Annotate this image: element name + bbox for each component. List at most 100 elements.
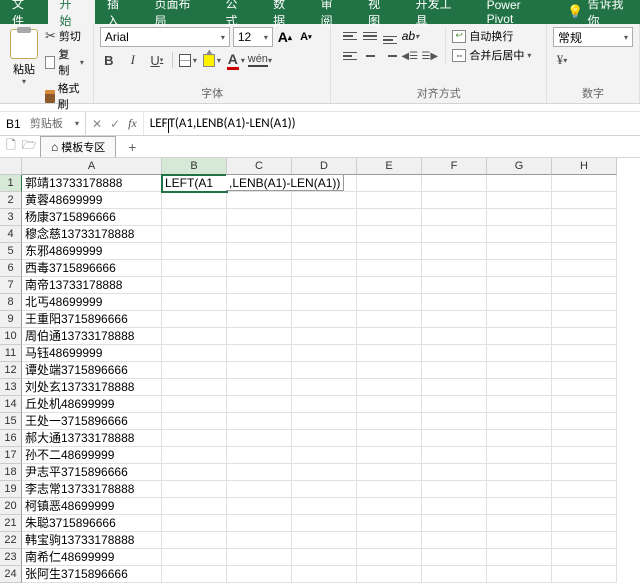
cell[interactable] xyxy=(162,379,227,396)
cell[interactable] xyxy=(357,566,422,583)
cell[interactable] xyxy=(552,498,617,515)
cell[interactable] xyxy=(422,294,487,311)
font-size-select[interactable]: 12▾ xyxy=(233,27,273,47)
cell[interactable] xyxy=(292,243,357,260)
increase-font-button[interactable]: A▴ xyxy=(276,28,294,46)
phonetic-button[interactable]: wén▾ xyxy=(251,51,269,69)
tab-view[interactable]: 视图 xyxy=(356,0,404,24)
cell[interactable] xyxy=(162,464,227,481)
cell[interactable] xyxy=(357,311,422,328)
cell[interactable] xyxy=(292,549,357,566)
cell[interactable] xyxy=(292,328,357,345)
cell[interactable] xyxy=(487,311,552,328)
col-header-E[interactable]: E xyxy=(357,158,422,175)
cell[interactable] xyxy=(227,481,292,498)
cell[interactable] xyxy=(162,498,227,515)
cell[interactable] xyxy=(552,413,617,430)
cell[interactable] xyxy=(292,447,357,464)
cell[interactable] xyxy=(487,328,552,345)
cell[interactable] xyxy=(422,345,487,362)
cell[interactable]: 朱聪3715896666 xyxy=(22,515,162,532)
cell[interactable] xyxy=(227,294,292,311)
border-button[interactable]: ▾ xyxy=(179,51,197,69)
increase-indent-button[interactable]: ☰▶ xyxy=(421,48,439,64)
tab-formulas[interactable]: 公式 xyxy=(214,0,262,24)
cell[interactable] xyxy=(292,311,357,328)
col-header-H[interactable]: H xyxy=(552,158,617,175)
wrap-text-button[interactable]: 自动换行 xyxy=(452,28,531,44)
row-header[interactable]: 18 xyxy=(0,464,22,481)
cell[interactable] xyxy=(357,549,422,566)
cell[interactable] xyxy=(422,481,487,498)
cell[interactable] xyxy=(227,260,292,277)
cell[interactable] xyxy=(357,464,422,481)
formula-input[interactable]: LEFT(A1,LENB(A1)-LEN(A1)) xyxy=(144,112,640,135)
fx-icon[interactable]: fx xyxy=(128,116,137,131)
number-format-select[interactable]: 常规▾ xyxy=(553,27,633,47)
cell[interactable] xyxy=(162,549,227,566)
cell[interactable]: 南希仁48699999 xyxy=(22,549,162,566)
cell[interactable]: 王重阳3715896666 xyxy=(22,311,162,328)
cell[interactable] xyxy=(422,549,487,566)
cell[interactable] xyxy=(357,328,422,345)
cell[interactable] xyxy=(422,464,487,481)
cell[interactable] xyxy=(552,345,617,362)
cell[interactable] xyxy=(162,481,227,498)
col-header-G[interactable]: G xyxy=(487,158,552,175)
cell[interactable] xyxy=(227,413,292,430)
cell[interactable] xyxy=(292,532,357,549)
row-header[interactable]: 19 xyxy=(0,481,22,498)
cell[interactable] xyxy=(292,430,357,447)
cell[interactable] xyxy=(552,464,617,481)
col-header-A[interactable]: A xyxy=(22,158,162,175)
cell[interactable] xyxy=(422,515,487,532)
cell[interactable]: 穆念慈13733178888 xyxy=(22,226,162,243)
cell[interactable] xyxy=(552,294,617,311)
tab-insert[interactable]: 插入 xyxy=(95,0,143,24)
cell[interactable] xyxy=(227,209,292,226)
row-header[interactable]: 9 xyxy=(0,311,22,328)
cell[interactable]: 张阿生3715896666 xyxy=(22,566,162,583)
row-header[interactable]: 16 xyxy=(0,430,22,447)
cell[interactable] xyxy=(422,532,487,549)
cell[interactable] xyxy=(487,413,552,430)
cell[interactable] xyxy=(487,566,552,583)
cell[interactable] xyxy=(162,515,227,532)
cell[interactable] xyxy=(292,226,357,243)
cell[interactable] xyxy=(227,549,292,566)
cell[interactable] xyxy=(552,430,617,447)
cancel-formula-button[interactable]: ✕ xyxy=(92,117,102,131)
cell[interactable] xyxy=(162,277,227,294)
paste-button[interactable]: 粘贴 ▾ xyxy=(6,27,42,88)
cell[interactable] xyxy=(227,243,292,260)
row-header[interactable]: 8 xyxy=(0,294,22,311)
font-name-select[interactable]: Arial▾ xyxy=(100,27,230,47)
tab-developer[interactable]: 开发工具 xyxy=(404,0,475,24)
cell[interactable]: 李志常13733178888 xyxy=(22,481,162,498)
cell[interactable] xyxy=(552,226,617,243)
cell[interactable] xyxy=(227,464,292,481)
cell[interactable]: 韩宝驹13733178888 xyxy=(22,532,162,549)
cell[interactable] xyxy=(162,328,227,345)
cell[interactable] xyxy=(357,175,422,192)
cell[interactable] xyxy=(422,566,487,583)
cell[interactable]: LEFT(A1,LENB(A1)-LEN(A1)) xyxy=(162,175,227,192)
cell[interactable] xyxy=(552,379,617,396)
cell[interactable] xyxy=(357,515,422,532)
cell[interactable]: 柯镇恶48699999 xyxy=(22,498,162,515)
row-header[interactable]: 13 xyxy=(0,379,22,396)
align-right-button[interactable] xyxy=(381,48,399,64)
row-header[interactable]: 1 xyxy=(0,175,22,192)
row-header[interactable]: 17 xyxy=(0,447,22,464)
cell[interactable] xyxy=(422,192,487,209)
row-header[interactable]: 14 xyxy=(0,396,22,413)
enter-formula-button[interactable]: ✓ xyxy=(110,117,120,131)
decrease-font-button[interactable]: A▾ xyxy=(297,28,315,46)
decrease-indent-button[interactable]: ◀☰ xyxy=(401,48,419,64)
cell[interactable] xyxy=(487,430,552,447)
cell[interactable] xyxy=(357,430,422,447)
cell[interactable] xyxy=(422,260,487,277)
cell[interactable] xyxy=(422,209,487,226)
cell[interactable] xyxy=(357,209,422,226)
cell[interactable]: 南帝13733178888 xyxy=(22,277,162,294)
